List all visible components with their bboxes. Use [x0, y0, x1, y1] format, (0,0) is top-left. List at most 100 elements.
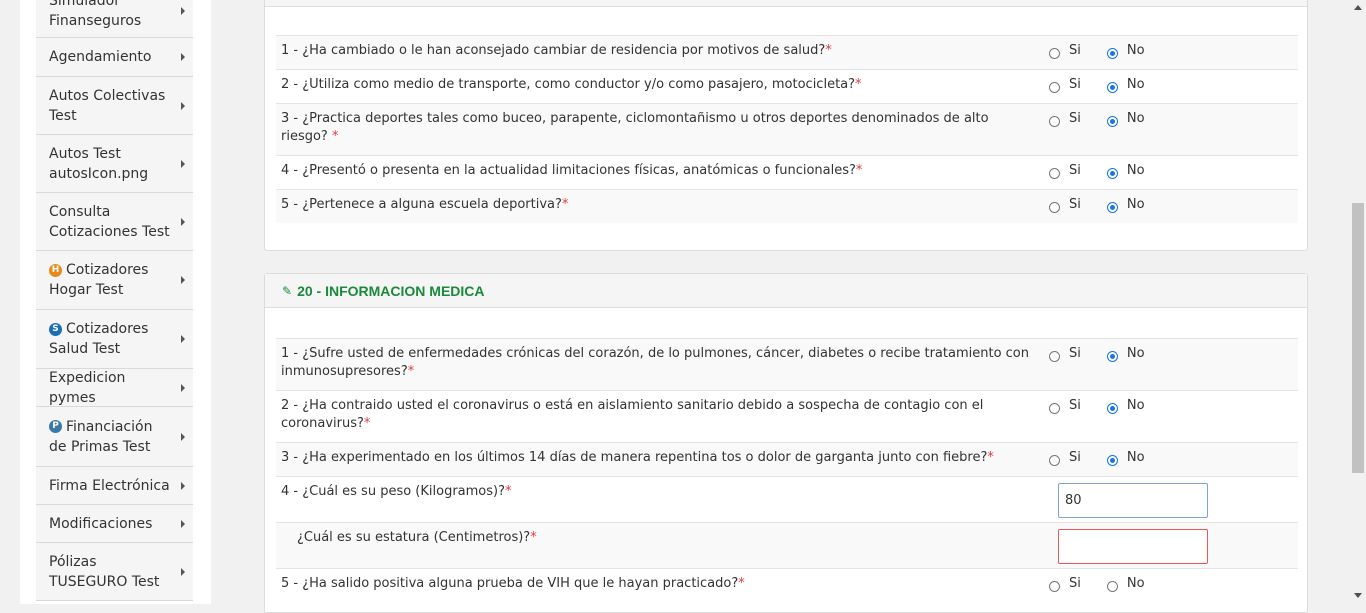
radio-si[interactable] [1049, 47, 1060, 59]
sidebar-item-label: Agendamiento [49, 49, 152, 65]
scroll-down-icon[interactable] [1354, 593, 1362, 598]
caret-right-icon [181, 383, 185, 392]
radio-si[interactable] [1049, 115, 1060, 127]
sidebar-menu: Simulador Finanseguros Agendamiento Auto… [36, 0, 193, 601]
radio-no[interactable] [1106, 81, 1118, 93]
question-row: 1 - ¿Ha cambiado o le han aconsejado cam… [276, 35, 1298, 70]
scrollbar-thumb[interactable] [1352, 203, 1364, 473]
sidebar-item-modificaciones[interactable]: Modificaciones [36, 505, 193, 543]
sidebar-item-polizas-tuseguro[interactable]: Pólizas TUSEGURO Test [36, 543, 193, 601]
sidebar-item-autos-colectivas[interactable]: Autos Colectivas Test [36, 77, 193, 135]
question-text: 3 - ¿Practica deportes tales como buceo,… [281, 111, 989, 144]
question-text: 4 - ¿Cuál es su peso (Kilogramos)?* [281, 484, 512, 499]
sidebar-item-label: Cotizadores Hogar Test [49, 262, 149, 298]
radio-si[interactable] [1049, 580, 1060, 592]
radio-group: Si No [1049, 575, 1171, 593]
question-row: 3 - ¿Practica deportes tales como buceo,… [276, 103, 1298, 156]
caret-right-icon [181, 101, 185, 110]
radio-no[interactable] [1106, 115, 1118, 127]
question-text: 1 - ¿Ha cambiado o le han aconsejado cam… [281, 43, 832, 58]
radio-no[interactable] [1106, 580, 1118, 592]
question-row-estatura: ¿Cuál es su estatura (Centimetros)?* [276, 522, 1298, 569]
question-row: 5 - ¿Pertenece a alguna escuela deportiv… [276, 189, 1298, 223]
question-text: ¿Cuál es su estatura (Centimetros)?* [297, 530, 537, 545]
sidebar-item-label: Autos Colectivas Test [49, 87, 166, 124]
sidebar-item-label: Simulador Finanseguros [49, 0, 142, 29]
caret-right-icon [181, 53, 185, 61]
section-panel-previous: 1 - ¿Ha cambiado o le han aconsejado cam… [264, 0, 1308, 251]
question-row: 3 - ¿Ha experimentado en los últimos 14 … [276, 442, 1298, 477]
caret-right-icon [181, 481, 185, 490]
edit-icon: ✎ [282, 283, 293, 298]
radio-no[interactable] [1106, 350, 1118, 362]
caret-right-icon [181, 6, 185, 15]
sidebar-item-label: Modificaciones [49, 515, 153, 532]
sidebar-item-expedicion-pymes[interactable]: Expedicion pymes [36, 369, 193, 407]
radio-group: Si No [1049, 196, 1171, 214]
financiacion-icon: P [49, 420, 62, 433]
peso-input[interactable] [1058, 483, 1208, 518]
panel-header: ✎ 20 - INFORMACION MEDICA [265, 274, 1307, 308]
question-row-peso: 4 - ¿Cuál es su peso (Kilogramos)?* [276, 476, 1298, 523]
panel-header [265, 0, 1307, 7]
sidebar-item-label: Autos Test autosIcon.png [49, 145, 149, 182]
sidebar-item-label: Financiación de Primas Test [49, 418, 153, 455]
sidebar-item-simulador-finanseguros[interactable]: Simulador Finanseguros [36, 0, 193, 38]
sidebar-item-cotizadores-salud[interactable]: S Cotizadores Salud Test [36, 310, 193, 369]
question-row: 4 - ¿Presentó o presenta en la actualida… [276, 155, 1298, 190]
hogar-icon: H [49, 263, 62, 277]
question-text: 5 - ¿Ha salido positiva alguna prueba de… [281, 576, 745, 591]
question-row: 2 - ¿Ha contraido usted el coronavirus o… [276, 390, 1298, 443]
sidebar-item-label: Firma Electrónica [49, 477, 170, 494]
scroll-up-icon[interactable] [1354, 5, 1362, 10]
radio-group: Si No [1049, 449, 1171, 467]
sidebar-item-label: Expedicion pymes [49, 369, 126, 406]
caret-right-icon [181, 159, 185, 168]
radio-group: Si No [1049, 76, 1171, 94]
radio-group: Si No [1049, 110, 1171, 128]
question-text: 2 - ¿Ha contraido usted el coronavirus o… [281, 398, 984, 431]
question-row: 5 - ¿Ha salido positiva alguna prueba de… [276, 568, 1298, 608]
caret-right-icon [181, 217, 185, 226]
caret-right-icon [181, 519, 185, 528]
radio-no[interactable] [1106, 167, 1118, 179]
section-panel-informacion-medica: ✎ 20 - INFORMACION MEDICA 1 - ¿Sufre ust… [264, 273, 1308, 613]
section-title: 20 - INFORMACION MEDICA [297, 282, 485, 299]
radio-no[interactable] [1106, 201, 1118, 213]
sidebar-item-label: Cotizadores Salud Test [49, 321, 149, 357]
sidebar-item-autos-test[interactable]: Autos Test autosIcon.png [36, 135, 193, 193]
question-text: 5 - ¿Pertenece a alguna escuela deportiv… [281, 197, 569, 212]
question-text: 3 - ¿Ha experimentado en los últimos 14 … [281, 450, 994, 465]
radio-group: Si No [1049, 162, 1171, 180]
salud-icon: S [49, 322, 62, 336]
question-text: 4 - ¿Presentó o presenta en la actualida… [281, 163, 863, 178]
sidebar-item-firma-electronica[interactable]: Firma Electrónica [36, 467, 193, 505]
caret-right-icon [181, 567, 185, 576]
radio-si[interactable] [1049, 402, 1060, 414]
radio-group: Si No [1049, 397, 1171, 415]
radio-si[interactable] [1049, 201, 1060, 213]
sidebar-item-label: Pólizas TUSEGURO Test [49, 553, 160, 590]
radio-no[interactable] [1106, 454, 1118, 466]
radio-si[interactable] [1049, 454, 1060, 466]
sidebar-item-cotizadores-hogar[interactable]: H Cotizadores Hogar Test [36, 251, 193, 310]
question-row: 2 - ¿Utiliza como medio de transporte, c… [276, 69, 1298, 104]
radio-group: Si No [1049, 42, 1171, 60]
radio-group: Si No [1049, 345, 1171, 363]
question-text: 1 - ¿Sufre usted de enfermedades crónica… [281, 346, 1029, 379]
caret-right-icon [181, 432, 185, 441]
question-text: 2 - ¿Utiliza como medio de transporte, c… [281, 77, 862, 92]
radio-no[interactable] [1106, 47, 1118, 59]
radio-si[interactable] [1049, 167, 1060, 179]
estatura-input[interactable] [1058, 529, 1208, 564]
sidebar-item-financiacion-primas[interactable]: P Financiación de Primas Test [36, 407, 193, 467]
sidebar-item-agendamiento[interactable]: Agendamiento [36, 38, 193, 77]
sidebar-item-label: Consulta Cotizaciones Test [49, 203, 170, 240]
radio-si[interactable] [1049, 81, 1060, 93]
radio-si[interactable] [1049, 350, 1060, 362]
caret-right-icon [181, 335, 185, 343]
radio-no[interactable] [1106, 402, 1118, 414]
sidebar-item-consulta-cotizaciones[interactable]: Consulta Cotizaciones Test [36, 193, 193, 251]
question-row: 1 - ¿Sufre usted de enfermedades crónica… [276, 338, 1298, 391]
caret-right-icon [181, 276, 185, 284]
